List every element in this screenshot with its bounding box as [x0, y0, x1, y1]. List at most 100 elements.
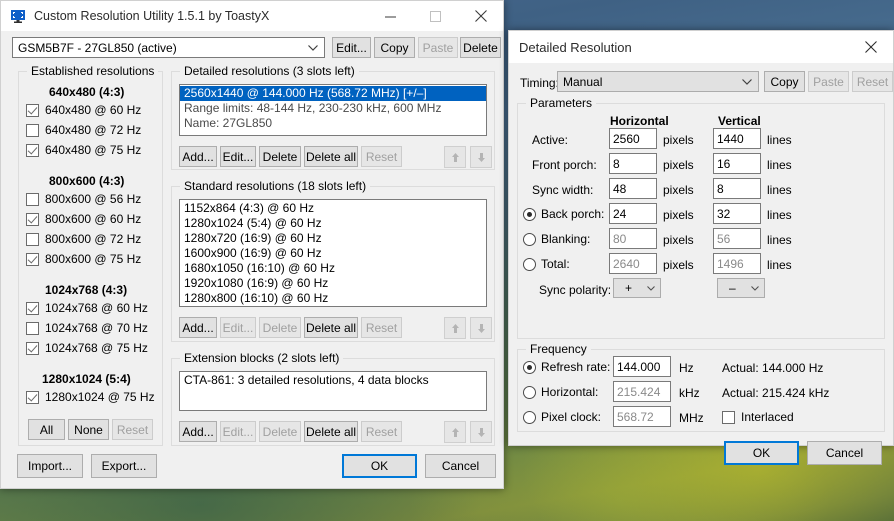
sync-width-horizontal-input[interactable]: 48 — [609, 178, 657, 199]
total-vertical-input[interactable]: 1496 — [713, 253, 761, 274]
total-horizontal-input[interactable]: 2640 — [609, 253, 657, 274]
standard-edit-button: Edit... — [220, 317, 256, 338]
list-item[interactable]: Name: 27GL850 — [180, 116, 486, 131]
total-radio-row[interactable]: Total: — [523, 257, 570, 271]
blanking-vertical-input[interactable]: 56 — [713, 228, 761, 249]
blanking-radio-row[interactable]: Blanking: — [523, 232, 590, 246]
radio-icon[interactable] — [523, 360, 536, 374]
back-porch-vertical-input[interactable]: 32 — [713, 203, 761, 224]
detail-cancel-button[interactable]: Cancel — [807, 441, 882, 465]
detail-ok-button[interactable]: OK — [724, 441, 799, 465]
list-item[interactable]: 1280x720 (16:9) @ 60 Hz — [180, 231, 486, 246]
import-button[interactable]: Import... — [17, 454, 83, 478]
list-item[interactable]: 1680x1050 (16:10) @ 60 Hz — [180, 261, 486, 276]
active-horizontal-input[interactable]: 2560 — [609, 128, 657, 149]
standard-add-button[interactable]: Add... — [179, 317, 217, 338]
checkbox-icon[interactable] — [26, 123, 39, 137]
copy-display-button[interactable]: Copy — [374, 37, 415, 58]
back-porch-horizontal-input[interactable]: 24 — [609, 203, 657, 224]
established-checkbox-0-2[interactable]: 640x480 @ 75 Hz — [26, 143, 141, 157]
radio-icon[interactable] — [523, 257, 536, 271]
interlaced-checkbox-row[interactable]: Interlaced — [722, 410, 794, 424]
list-item[interactable]: 1920x1080 (16:9) @ 60 Hz — [180, 276, 486, 291]
detailed-add-button[interactable]: Add... — [179, 146, 217, 167]
close-icon[interactable] — [458, 1, 503, 31]
checkbox-icon[interactable] — [26, 212, 39, 226]
checkbox-icon[interactable] — [26, 390, 39, 404]
refresh-rate-input[interactable]: 144.000 — [613, 356, 671, 377]
timing-select[interactable]: Manual — [557, 71, 759, 92]
close-icon[interactable] — [848, 31, 893, 63]
cru-titlebar[interactable]: Custom Resolution Utility 1.5.1 by Toast… — [1, 1, 503, 31]
refresh-rate-radio-row[interactable]: Refresh rate: — [523, 360, 610, 374]
detail-titlebar[interactable]: Detailed Resolution — [509, 31, 893, 63]
radio-icon[interactable] — [523, 410, 536, 424]
checkbox-icon[interactable] — [26, 341, 39, 355]
established-checkbox-1-1[interactable]: 800x600 @ 60 Hz — [26, 212, 141, 226]
list-item[interactable]: 1280x800 (16:10) @ 60 Hz — [180, 291, 486, 306]
detailed-edit-button[interactable]: Edit... — [220, 146, 256, 167]
checkbox-icon[interactable] — [26, 192, 39, 206]
sync-polarity-label: Sync polarity: — [539, 283, 612, 297]
extension-delete-all-button[interactable]: Delete all — [304, 421, 358, 442]
sync-polarity-vertical-select[interactable]: – — [717, 278, 765, 298]
detailed-resolutions-list[interactable]: 2560x1440 @ 144.000 Hz (568.72 MHz) [+/–… — [179, 84, 487, 136]
checkbox-icon[interactable] — [26, 301, 39, 315]
checkbox-icon[interactable] — [722, 410, 735, 424]
detailed-delete-all-button[interactable]: Delete all — [304, 146, 358, 167]
list-item[interactable]: CTA-861: 3 detailed resolutions, 4 data … — [180, 373, 486, 388]
established-checkbox-1-2[interactable]: 800x600 @ 72 Hz — [26, 232, 141, 246]
active-vertical-input[interactable]: 1440 — [713, 128, 761, 149]
extension-blocks-list[interactable]: CTA-861: 3 detailed resolutions, 4 data … — [179, 371, 487, 411]
checkbox-icon[interactable] — [26, 252, 39, 266]
edit-display-button[interactable]: Edit... — [332, 37, 371, 58]
sync-polarity-horizontal-select[interactable]: + — [613, 278, 661, 298]
cru-cancel-button[interactable]: Cancel — [425, 454, 496, 478]
export-button[interactable]: Export... — [91, 454, 157, 478]
radio-icon[interactable] — [523, 385, 536, 399]
standard-delete-button: Delete — [259, 317, 301, 338]
checkbox-icon[interactable] — [26, 232, 39, 246]
sync-width-vertical-input[interactable]: 8 — [713, 178, 761, 199]
timing-copy-button[interactable]: Copy — [764, 71, 805, 92]
established-checkbox-2-2[interactable]: 1024x768 @ 75 Hz — [26, 341, 148, 355]
front-porch-horizontal-input[interactable]: 8 — [609, 153, 657, 174]
radio-icon[interactable] — [523, 207, 536, 221]
checkbox-icon[interactable] — [26, 103, 39, 117]
checkbox-icon[interactable] — [26, 321, 39, 335]
back-porch-radio-row[interactable]: Back porch: — [523, 207, 604, 221]
cru-ok-button[interactable]: OK — [342, 454, 417, 478]
established-checkbox-2-0[interactable]: 1024x768 @ 60 Hz — [26, 301, 148, 315]
blanking-horizontal-input[interactable]: 80 — [609, 228, 657, 249]
established-none-button[interactable]: None — [68, 419, 109, 440]
list-item[interactable]: 1920x1080 (16:9) @ 75 Hz — [180, 306, 486, 307]
horizontal-freq-actual: Actual: 215.424 kHz — [722, 386, 830, 400]
established-checkbox-0-1[interactable]: 640x480 @ 72 Hz — [26, 123, 141, 137]
established-checkbox-1-0[interactable]: 800x600 @ 56 Hz — [26, 192, 141, 206]
list-item[interactable]: 2560x1440 @ 144.000 Hz (568.72 MHz) [+/–… — [180, 86, 486, 101]
established-checkbox-3-0[interactable]: 1280x1024 @ 75 Hz — [26, 390, 155, 404]
established-checkbox-1-3[interactable]: 800x600 @ 75 Hz — [26, 252, 141, 266]
detailed-delete-button[interactable]: Delete — [259, 146, 301, 167]
established-all-button[interactable]: All — [28, 419, 65, 440]
list-item[interactable]: 1280x1024 (5:4) @ 60 Hz — [180, 216, 486, 231]
list-item[interactable]: Range limits: 48-144 Hz, 230-230 kHz, 60… — [180, 101, 486, 116]
pixel-clock-input[interactable]: 568.72 — [613, 406, 671, 427]
horizontal-freq-input[interactable]: 215.424 — [613, 381, 671, 402]
maximize-icon[interactable] — [413, 1, 458, 31]
extension-add-button[interactable]: Add... — [179, 421, 217, 442]
horizontal-freq-radio-row[interactable]: Horizontal: — [523, 385, 598, 399]
established-checkbox-0-0[interactable]: 640x480 @ 60 Hz — [26, 103, 141, 117]
list-item[interactable]: 1152x864 (4:3) @ 60 Hz — [180, 201, 486, 216]
display-select[interactable]: GSM5B7F - 27GL850 (active) — [12, 37, 325, 58]
standard-resolutions-list[interactable]: 1152x864 (4:3) @ 60 Hz 1280x1024 (5:4) @… — [179, 199, 487, 307]
list-item[interactable]: 1600x900 (16:9) @ 60 Hz — [180, 246, 486, 261]
standard-delete-all-button[interactable]: Delete all — [304, 317, 358, 338]
radio-icon[interactable] — [523, 232, 536, 246]
checkbox-icon[interactable] — [26, 143, 39, 157]
front-porch-vertical-input[interactable]: 16 — [713, 153, 761, 174]
established-checkbox-2-1[interactable]: 1024x768 @ 70 Hz — [26, 321, 148, 335]
delete-display-button[interactable]: Delete — [460, 37, 501, 58]
minimize-icon[interactable] — [368, 1, 413, 31]
pixel-clock-radio-row[interactable]: Pixel clock: — [523, 410, 601, 424]
